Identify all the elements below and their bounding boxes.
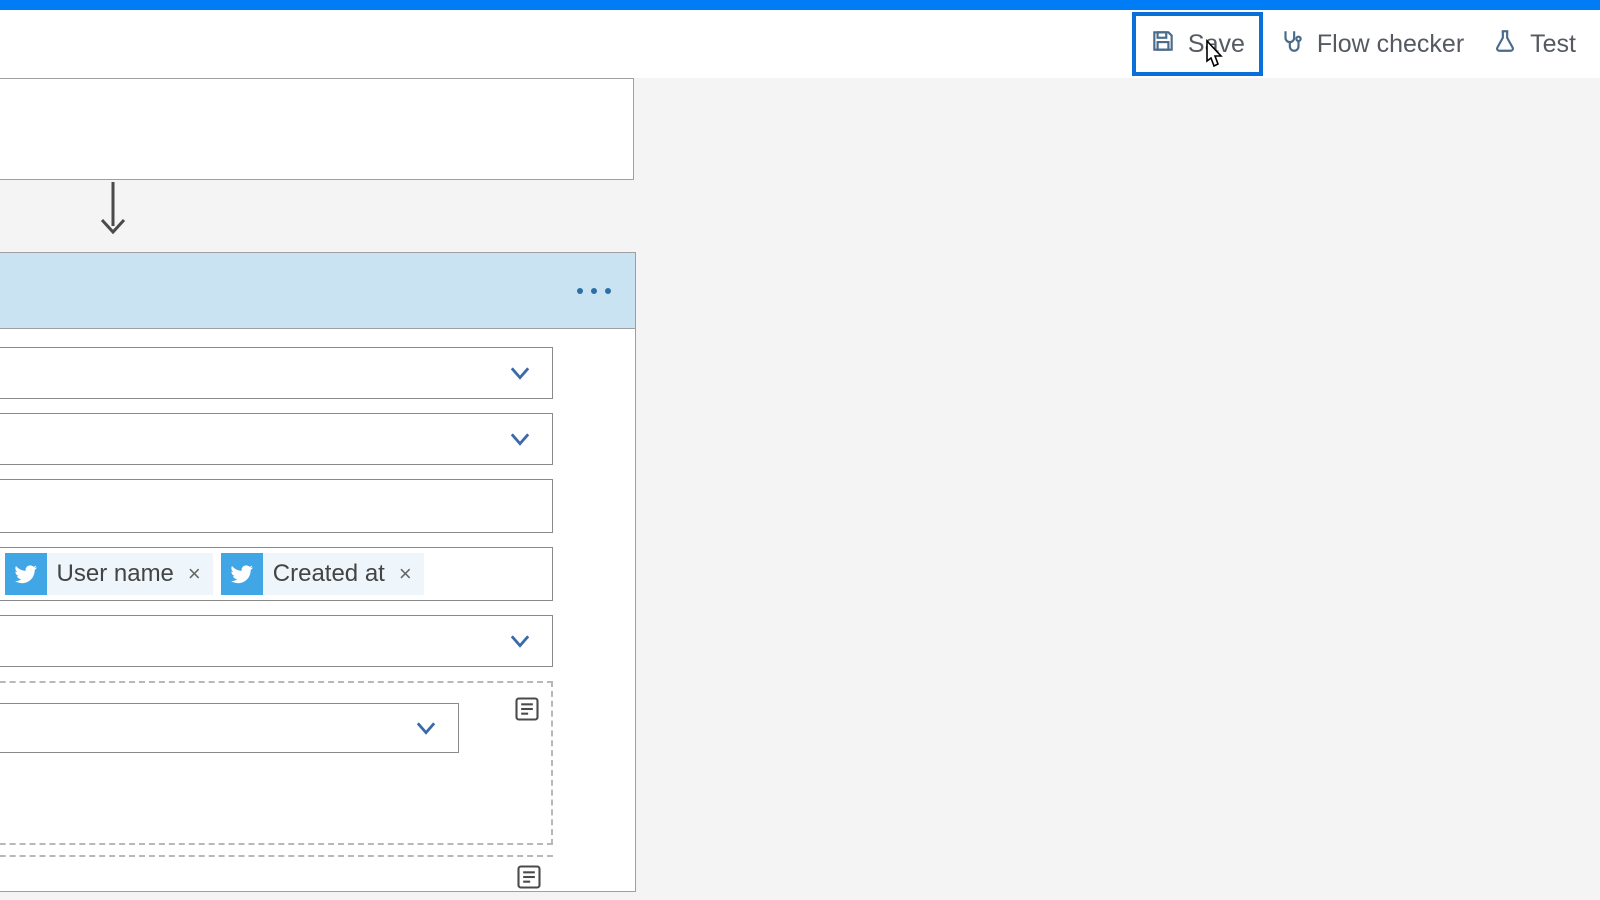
test-label: Test bbox=[1530, 30, 1576, 59]
dropdown-field-1[interactable] bbox=[0, 347, 553, 399]
twitter-icon bbox=[221, 553, 263, 595]
flow-checker-button[interactable]: Flow checker bbox=[1265, 16, 1478, 72]
dynamic-content-icon[interactable] bbox=[511, 693, 543, 725]
token-field-1[interactable]: .) × bbox=[0, 479, 553, 533]
repeating-section-2 bbox=[0, 855, 553, 891]
chevron-down-icon bbox=[506, 359, 534, 387]
chevron-down-icon bbox=[506, 627, 534, 655]
dropdown-field-2[interactable] bbox=[0, 413, 553, 465]
token-field-2[interactable]: xt × User name × Created at × bbox=[0, 547, 553, 601]
dropdown-field-3[interactable] bbox=[0, 615, 553, 667]
remove-token-icon[interactable]: × bbox=[395, 561, 416, 587]
chevron-down-icon bbox=[412, 714, 440, 742]
flask-icon bbox=[1492, 28, 1518, 61]
action-card-body: .) × xt × User name × bbox=[0, 329, 635, 891]
token-label: Created at bbox=[273, 560, 385, 588]
flow-checker-label: Flow checker bbox=[1317, 30, 1464, 59]
action-card-header[interactable] bbox=[0, 253, 635, 329]
chevron-down-icon bbox=[506, 425, 534, 453]
dynamic-token-username[interactable]: User name × bbox=[5, 553, 213, 595]
command-bar: Save Flow checker Test bbox=[0, 10, 1600, 78]
designer-canvas: .) × xt × User name × bbox=[0, 78, 1600, 900]
sub-dropdown-field[interactable] bbox=[0, 703, 459, 753]
more-menu-icon[interactable] bbox=[577, 253, 611, 329]
twitter-icon bbox=[5, 553, 47, 595]
app-top-bar bbox=[0, 0, 1600, 10]
dynamic-token-createdat[interactable]: Created at × bbox=[221, 553, 424, 595]
token-label: User name bbox=[57, 560, 174, 588]
stethoscope-icon bbox=[1279, 28, 1305, 61]
save-button-label: Save bbox=[1188, 30, 1245, 59]
save-button[interactable]: Save bbox=[1132, 12, 1263, 76]
repeating-section bbox=[0, 681, 553, 845]
trigger-card[interactable] bbox=[0, 78, 634, 180]
action-card: .) × xt × User name × bbox=[0, 252, 636, 892]
dynamic-content-icon[interactable] bbox=[513, 861, 545, 893]
save-icon bbox=[1150, 28, 1176, 61]
test-button[interactable]: Test bbox=[1478, 16, 1590, 72]
remove-token-icon[interactable]: × bbox=[184, 561, 205, 587]
connector-arrow-icon bbox=[98, 182, 128, 236]
